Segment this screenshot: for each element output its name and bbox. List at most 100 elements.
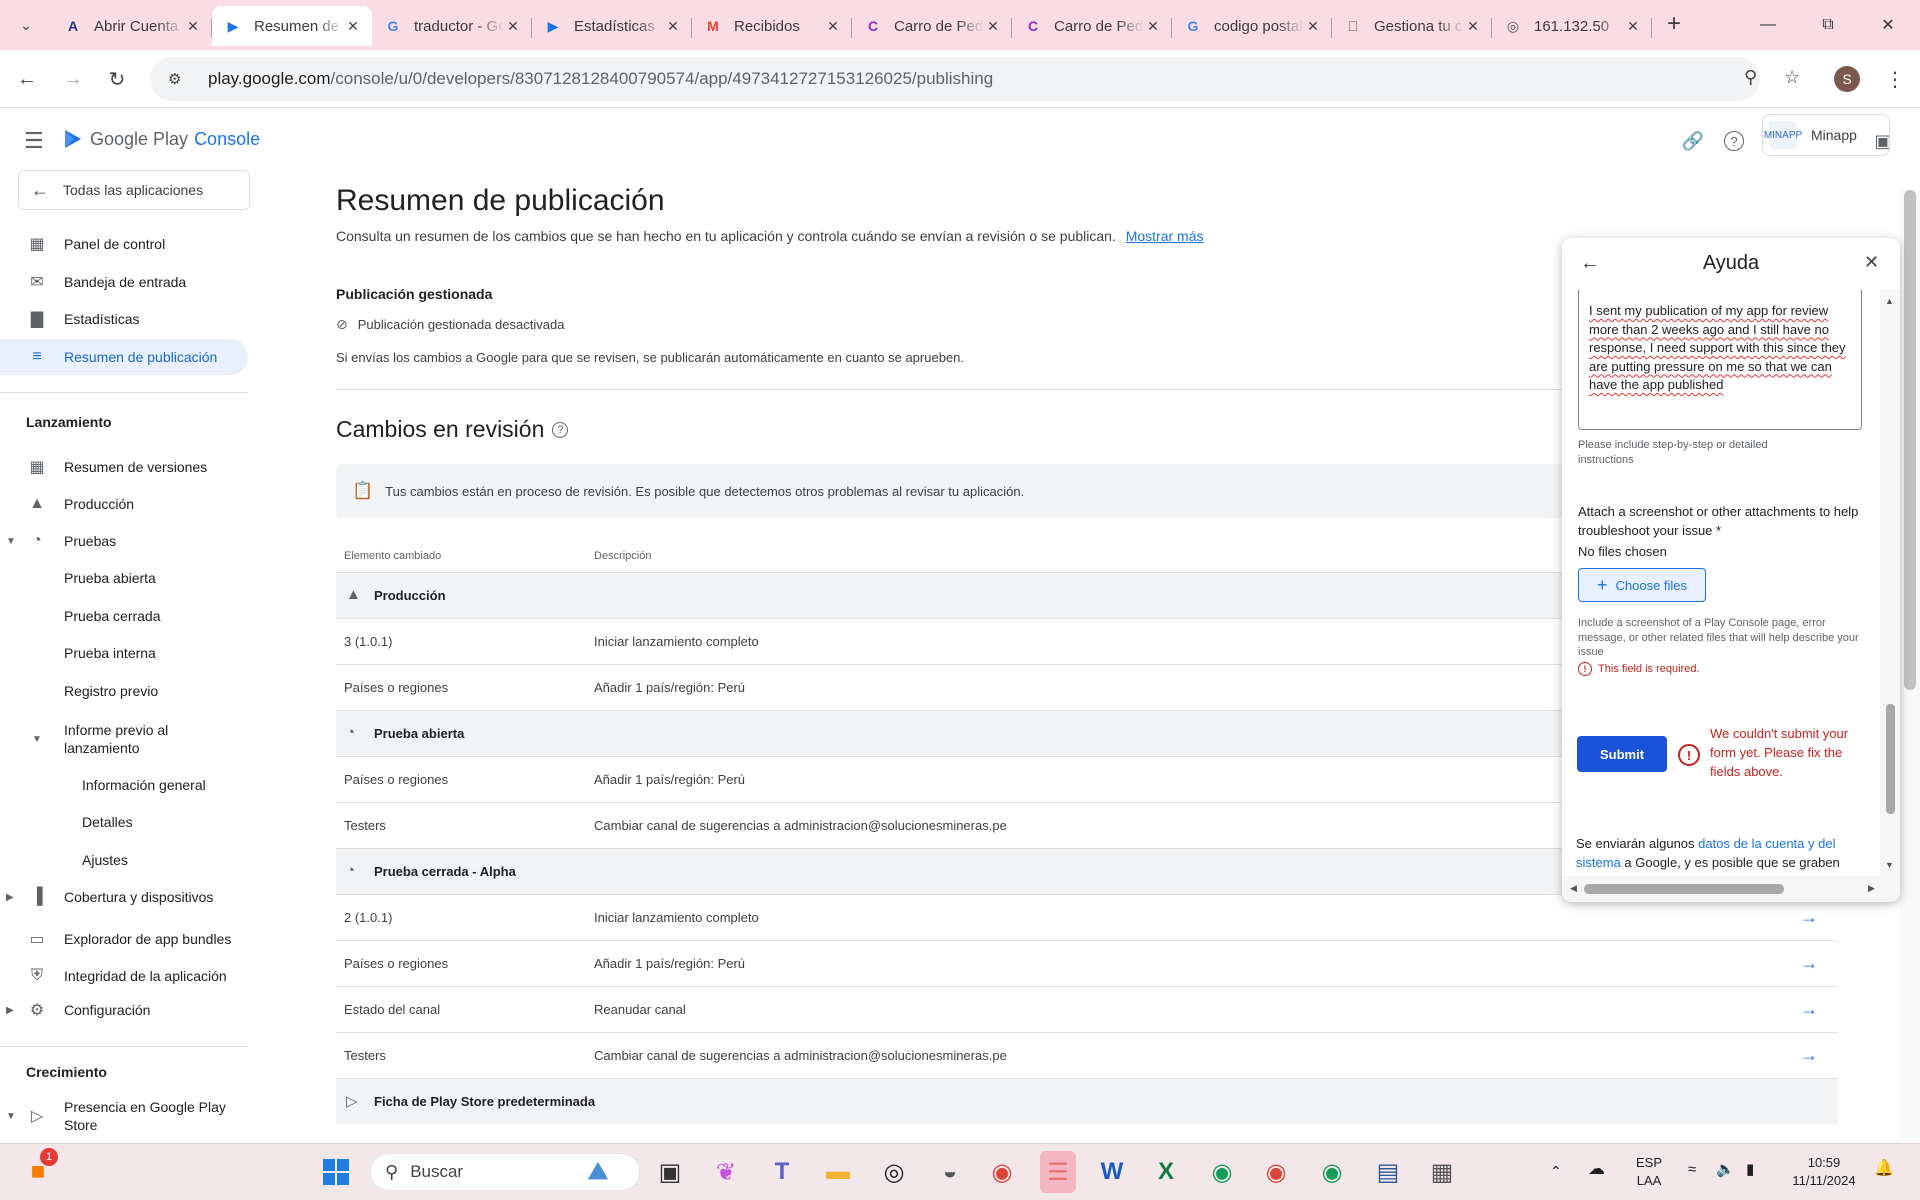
restore-icon[interactable]: ⧉ bbox=[1798, 0, 1858, 50]
new-tab-icon[interactable]: + bbox=[1656, 6, 1692, 42]
tab-close-icon[interactable]: ✕ bbox=[664, 17, 682, 35]
wifi-icon[interactable]: ≈ bbox=[1688, 1161, 1696, 1179]
tab-close-icon[interactable]: ✕ bbox=[1144, 17, 1162, 35]
file-explorer-icon[interactable]: ▬ bbox=[820, 1154, 856, 1190]
excel-icon[interactable]: X bbox=[1148, 1154, 1184, 1190]
sidebar-item-presencia-en-google-play-store[interactable]: ▼ ▷ Presencia en Google Play Store bbox=[0, 1094, 248, 1138]
chrome-profile-a-icon[interactable]: ◉ bbox=[1204, 1154, 1240, 1190]
submit-button[interactable]: Submit bbox=[1577, 736, 1667, 772]
sidebar-item-ajustes[interactable]: Ajustes bbox=[0, 842, 248, 878]
chrome-profile-s-icon[interactable]: ◉ bbox=[1258, 1154, 1294, 1190]
help-horizontal-scrollbar[interactable]: ◀ ▶ bbox=[1562, 876, 1900, 902]
sidebar-item-resumen-de-versiones[interactable]: ▦ Resumen de versiones bbox=[0, 449, 248, 485]
scroll-down-arrow-icon[interactable]: ▼ bbox=[1885, 860, 1894, 870]
scroll-right-arrow-icon[interactable]: ▶ bbox=[1868, 883, 1875, 894]
browser-tab[interactable]: M Recibidos ✕ bbox=[692, 6, 852, 46]
notepad-icon[interactable]: ☰ bbox=[1040, 1151, 1076, 1193]
help-scrollbar-thumb[interactable] bbox=[1886, 704, 1895, 814]
battery-icon[interactable]: ▮ bbox=[1746, 1161, 1754, 1179]
back-icon[interactable]: ← bbox=[12, 64, 42, 94]
reload-icon[interactable]: ↻ bbox=[102, 64, 132, 94]
sidebar-item-produccion[interactable]: ▲ Producción bbox=[0, 486, 248, 522]
bookmark-star-icon[interactable]: ☆ bbox=[1784, 67, 1800, 88]
arrow-right-icon[interactable]: → bbox=[1800, 1045, 1818, 1066]
word-icon[interactable]: W bbox=[1094, 1154, 1130, 1190]
landscape-widget-icon[interactable]: ⛰ bbox=[580, 1154, 616, 1190]
caret-right-icon[interactable]: ▶ bbox=[6, 1005, 14, 1016]
notification-app-icon[interactable]: ■ 1 bbox=[20, 1148, 58, 1190]
chrome-profile-c-icon[interactable]: ◉ bbox=[1314, 1154, 1350, 1190]
arrow-right-icon[interactable]: → bbox=[1800, 999, 1818, 1020]
scroll-left-arrow-icon[interactable]: ◀ bbox=[1570, 883, 1577, 894]
tab-close-icon[interactable]: ✕ bbox=[824, 17, 842, 35]
help-icon[interactable]: ? bbox=[1724, 131, 1744, 151]
chrome-icon[interactable]: ◉ bbox=[984, 1154, 1020, 1190]
caret-down-icon[interactable]: ▼ bbox=[6, 536, 16, 547]
task-view-icon[interactable]: ▣ bbox=[652, 1154, 688, 1190]
tab-close-icon[interactable]: ✕ bbox=[1624, 17, 1642, 35]
sidebar-item-prueba-cerrada[interactable]: Prueba cerrada bbox=[0, 598, 248, 634]
table-row[interactable]: Países o regiones Añadir 1 país/región: P… bbox=[336, 940, 1838, 986]
hamburger-menu-icon[interactable]: ☰ bbox=[24, 128, 44, 154]
tab-search-icon[interactable]: ⌄ bbox=[10, 12, 42, 38]
browser-tab[interactable]:  Gestiona tu cuenta✕ bbox=[1332, 6, 1492, 46]
onedrive-icon[interactable]: ☁ bbox=[1588, 1160, 1605, 1178]
browser-tab[interactable]: Gtraductor - Google✕ bbox=[372, 6, 532, 46]
tab-close-icon[interactable]: ✕ bbox=[984, 17, 1002, 35]
minimize-icon[interactable]: — bbox=[1738, 0, 1798, 50]
sidebar-item-configuracion[interactable]: ▶ ⚙ Configuración bbox=[0, 992, 248, 1028]
caret-down-icon[interactable]: ▼ bbox=[32, 734, 42, 745]
language-indicator[interactable]: ESP LAA bbox=[1636, 1154, 1662, 1190]
remote-desktop-icon[interactable]: ▤ bbox=[1370, 1154, 1406, 1190]
sidebar-item-prueba-abierta[interactable]: Prueba abierta bbox=[0, 560, 248, 596]
caret-right-icon[interactable]: ▶ bbox=[6, 892, 14, 903]
sidebar-item-informacion-general[interactable]: Información general bbox=[0, 767, 248, 803]
link-icon[interactable]: 🔗 bbox=[1680, 128, 1706, 154]
windows-start-icon[interactable] bbox=[318, 1154, 354, 1190]
help-hscroll-thumb[interactable] bbox=[1584, 884, 1784, 894]
profile-avatar[interactable]: S bbox=[1834, 66, 1860, 92]
play-console-logo[interactable]: Google Play Console bbox=[62, 128, 260, 150]
browser-tab[interactable]: ▶ Estadísticas ✕ bbox=[532, 6, 692, 46]
sidebar-item-prueba-interna[interactable]: Prueba interna bbox=[0, 635, 248, 671]
calculator-icon[interactable]: ▦ bbox=[1424, 1154, 1460, 1190]
help-close-icon[interactable]: ✕ bbox=[1864, 252, 1879, 273]
account-switcher[interactable]: MINAPP Minapp bbox=[1762, 114, 1890, 156]
close-window-icon[interactable]: ✕ bbox=[1858, 0, 1918, 50]
table-row[interactable]: Testers Cambiar canal de sugerencias a ad… bbox=[336, 1032, 1838, 1078]
sidebar-item-resumen-de-publicacion[interactable]: ≡ Resumen de publicación bbox=[0, 338, 248, 375]
sidebar-item-detalles[interactable]: Detalles bbox=[0, 804, 248, 840]
sidebar-item-bandeja-de-entrada[interactable]: ✉ Bandeja de entrada bbox=[0, 264, 248, 300]
volume-icon[interactable]: 🔈 bbox=[1716, 1161, 1735, 1179]
all-apps-button[interactable]: ← Todas las aplicaciones bbox=[18, 170, 250, 210]
tray-chevron-icon[interactable]: ⌃ bbox=[1550, 1162, 1562, 1180]
clock[interactable]: 10:59 11/11/2024 bbox=[1784, 1154, 1864, 1190]
issue-description-textarea[interactable]: I sent my publication of my app for revi… bbox=[1578, 290, 1862, 430]
site-info-icon[interactable]: ⚙ bbox=[168, 70, 188, 88]
tab-close-icon[interactable]: ✕ bbox=[184, 17, 202, 35]
learn-more-link[interactable]: Mostrar más bbox=[1126, 228, 1204, 244]
sidebar-item-registro-previo[interactable]: Registro previo bbox=[0, 673, 248, 709]
tab-close-icon[interactable]: ✕ bbox=[344, 17, 362, 35]
copilot-icon[interactable]: ❦ bbox=[708, 1154, 744, 1190]
address-bar[interactable]: ⚙ play.google.com/console/u/0/developers… bbox=[150, 57, 1800, 101]
sidebar-item-informe-previo-al-lanzamiento[interactable]: ▼ Informe previo al lanzamiento bbox=[0, 717, 248, 761]
tab-close-icon[interactable]: ✕ bbox=[1464, 17, 1482, 35]
zoom-icon[interactable]: ⚲ bbox=[1744, 67, 1757, 88]
teams-icon[interactable]: T bbox=[764, 1154, 800, 1190]
browser-tab[interactable]: Gcodigo postal ✕ bbox=[1172, 6, 1332, 46]
tab-close-icon[interactable]: ✕ bbox=[504, 17, 522, 35]
notification-bell-icon[interactable]: 🔔 bbox=[1874, 1160, 1894, 1178]
browser-tab[interactable]: C Carro de Pedidos✕ bbox=[1012, 6, 1172, 46]
chrome-menu-icon[interactable]: ⋮ bbox=[1880, 64, 1910, 94]
choose-files-button[interactable]: + Choose files bbox=[1578, 568, 1706, 602]
browser-tab[interactable]: A Abrir Cuenta ✕ bbox=[52, 6, 212, 46]
caret-down-icon[interactable]: ▼ bbox=[6, 1111, 16, 1122]
help-scrollbar[interactable]: ▲ ▼ bbox=[1880, 290, 1900, 876]
sidebar-item-pruebas[interactable]: ▼ ◔ Pruebas bbox=[0, 523, 248, 559]
sidebar-item-estadisticas[interactable]: ▇ Estadísticas bbox=[0, 301, 248, 337]
browser-tab[interactable]: ▶ Resumen de publicación✕ bbox=[212, 6, 372, 46]
dell-icon[interactable]: ◎ bbox=[876, 1154, 912, 1190]
arrow-right-icon[interactable]: → bbox=[1800, 953, 1818, 974]
sidebar-item-cobertura-y-dispositivos[interactable]: ▶ ▐ Cobertura y dispositivos bbox=[0, 879, 248, 915]
